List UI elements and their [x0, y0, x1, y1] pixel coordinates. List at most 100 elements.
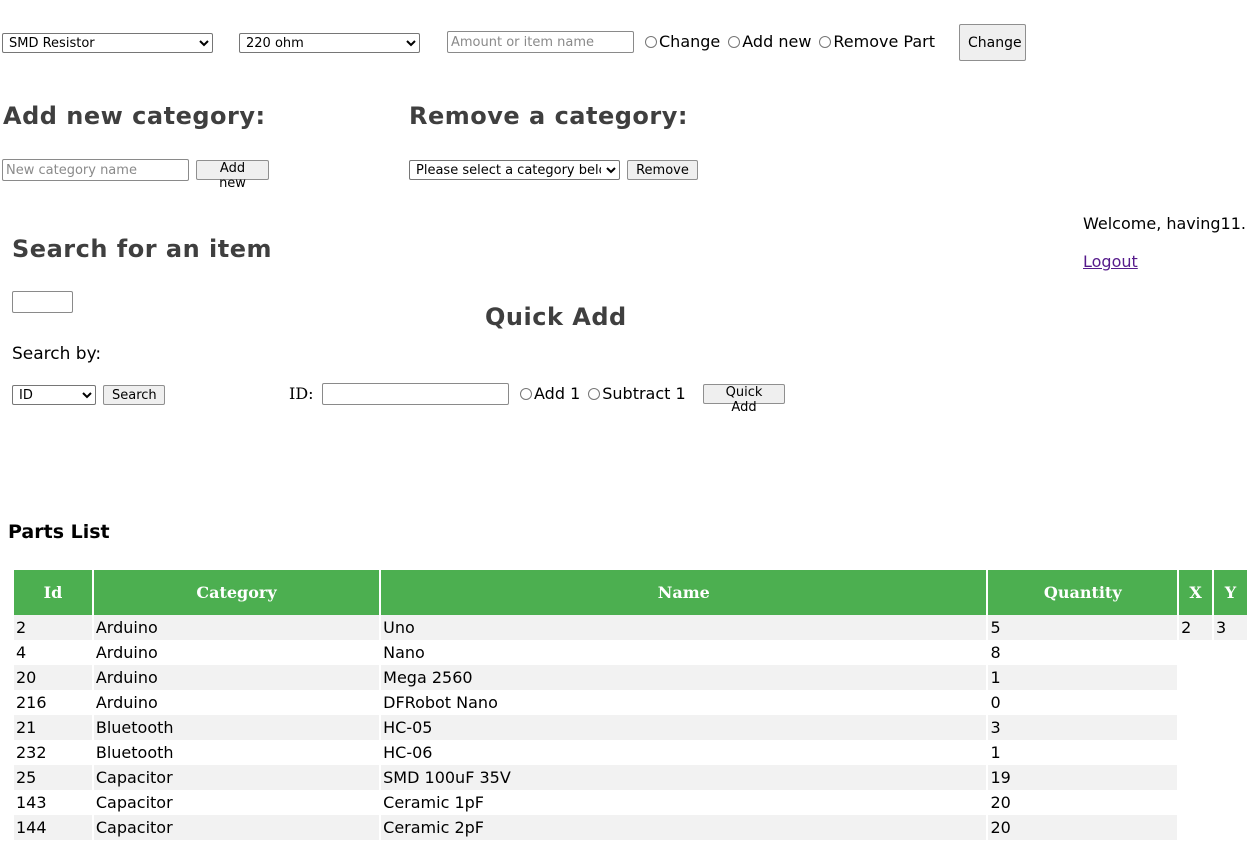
cell-name: Nano: [383, 643, 425, 662]
cell-category: Arduino: [95, 693, 158, 712]
table-row: 4 Arduino Nano 8: [14, 640, 1247, 665]
cell-x: [1179, 765, 1212, 790]
cell-category: Capacitor: [93, 765, 380, 790]
search-title: Search for an item: [12, 235, 273, 263]
cell-quantity: 20: [990, 793, 1011, 812]
add-category-button[interactable]: Add new: [196, 160, 269, 191]
cell-quantity: 1: [988, 665, 1178, 690]
cell-name: Ceramic 2pF: [381, 815, 987, 840]
parts-table-header: Id Category Name Quantity X Y: [14, 570, 1247, 615]
cell-name: Mega 2560: [381, 665, 987, 690]
parts-list-title: Parts List: [8, 521, 110, 543]
cell-y: [1214, 815, 1247, 840]
cell-x: [1179, 790, 1212, 815]
cell-y: [1214, 715, 1247, 740]
table-row: 144 Capacitor Ceramic 2pF 20: [14, 815, 1247, 840]
quick-add-id-input[interactable]: [322, 383, 509, 405]
part-select[interactable]: 220 ohm: [239, 33, 420, 53]
cell-id: 216: [16, 693, 47, 712]
cell-id: 2: [14, 615, 92, 640]
add-category-title: Add new category:: [3, 102, 266, 130]
column-header-quantity: Quantity: [988, 570, 1178, 615]
column-header-y: Y: [1214, 570, 1247, 615]
cell-y: [1214, 665, 1247, 690]
cell-quantity: 0: [990, 693, 1001, 712]
quick-add-radio-group: Add 1 Subtract 1: [520, 384, 694, 403]
cell-x: [1179, 815, 1212, 840]
radio-change[interactable]: Change: [645, 32, 720, 51]
cell-id: 143: [16, 793, 47, 812]
table-row: 25 Capacitor SMD 100uF 35V 19: [14, 765, 1247, 790]
quick-add-title: Quick Add: [485, 303, 627, 331]
radio-add-new-input[interactable]: [728, 35, 741, 48]
cell-category: Capacitor: [93, 815, 380, 840]
cell-x: [1179, 715, 1212, 740]
cell-x: [1179, 740, 1212, 765]
quick-add-button[interactable]: Quick Add: [703, 384, 785, 415]
cell-category: Capacitor: [95, 793, 173, 812]
cell-name: Uno: [381, 615, 987, 640]
welcome-text: Welcome, having11.: [1083, 214, 1246, 233]
action-radio-group: Change Add new Remove Part: [645, 32, 943, 51]
table-row: 232 Bluetooth HC-06 1: [14, 740, 1247, 765]
search-by-select[interactable]: ID: [12, 385, 96, 405]
cell-id: 4: [16, 643, 27, 662]
remove-category-button[interactable]: Remove: [627, 160, 698, 180]
column-header-x: X: [1179, 570, 1213, 615]
parts-table: Id Category Name Quantity X Y 2 Arduino …: [12, 570, 1249, 840]
cell-id: 21: [14, 715, 92, 740]
table-row: 143 Capacitor Ceramic 1pF 20: [14, 790, 1247, 815]
cell-name: Ceramic 1pF: [383, 793, 484, 812]
radio-add-new[interactable]: Add new: [728, 32, 811, 51]
cell-y: 3: [1214, 615, 1247, 640]
table-row: 20 Arduino Mega 2560 1: [14, 665, 1247, 690]
cell-y: [1214, 690, 1247, 715]
cell-id: 25: [14, 765, 92, 790]
cell-id: 144: [14, 815, 92, 840]
search-by-label: Search by:: [12, 344, 102, 364]
cell-name: SMD 100uF 35V: [381, 765, 987, 790]
column-header-category: Category: [93, 570, 380, 615]
cell-y: [1214, 765, 1247, 790]
radio-remove-part[interactable]: Remove Part: [819, 32, 935, 51]
table-row: 2 Arduino Uno 5 2 3: [14, 615, 1247, 640]
quick-add-id-label: ID:: [289, 384, 314, 403]
cell-name: HC-06: [383, 743, 433, 762]
cell-quantity: 3: [988, 715, 1178, 740]
remove-category-title: Remove a category:: [409, 102, 688, 130]
table-row: 216 Arduino DFRobot Nano 0: [14, 690, 1247, 715]
remove-category-select[interactable]: Please select a category below: [409, 160, 620, 180]
radio-remove-part-input[interactable]: [819, 35, 832, 48]
cell-quantity: 5: [988, 615, 1178, 640]
cell-id: 232: [16, 743, 47, 762]
radio-add-1[interactable]: Add 1: [520, 384, 580, 403]
cell-category: Arduino: [95, 643, 158, 662]
change-button[interactable]: Change: [959, 24, 1026, 61]
cell-quantity: 8: [990, 643, 1001, 662]
cell-category: Bluetooth: [93, 715, 380, 740]
cell-x: [1179, 640, 1212, 665]
cell-y: [1214, 640, 1247, 665]
cell-quantity: 20: [988, 815, 1178, 840]
column-header-id: Id: [14, 570, 92, 615]
cell-x: [1179, 665, 1212, 690]
cell-category: Arduino: [93, 615, 380, 640]
search-input[interactable]: [12, 291, 73, 313]
search-button[interactable]: Search: [103, 385, 165, 405]
category-select[interactable]: SMD Resistor: [2, 33, 213, 53]
radio-subtract-1[interactable]: Subtract 1: [588, 384, 686, 403]
cell-name: HC-05: [381, 715, 987, 740]
cell-category: Arduino: [93, 665, 380, 690]
column-header-name: Name: [381, 570, 987, 615]
amount-input[interactable]: [447, 31, 634, 53]
cell-quantity: 19: [988, 765, 1178, 790]
table-row: 21 Bluetooth HC-05 3: [14, 715, 1247, 740]
cell-y: [1214, 790, 1247, 815]
cell-quantity: 1: [990, 743, 1001, 762]
radio-change-input[interactable]: [645, 35, 657, 48]
radio-subtract-1-input[interactable]: [588, 387, 601, 400]
cell-x: [1179, 690, 1212, 715]
new-category-input[interactable]: [2, 159, 189, 181]
logout-link[interactable]: Logout: [1083, 252, 1138, 271]
radio-add-1-input[interactable]: [520, 387, 532, 400]
